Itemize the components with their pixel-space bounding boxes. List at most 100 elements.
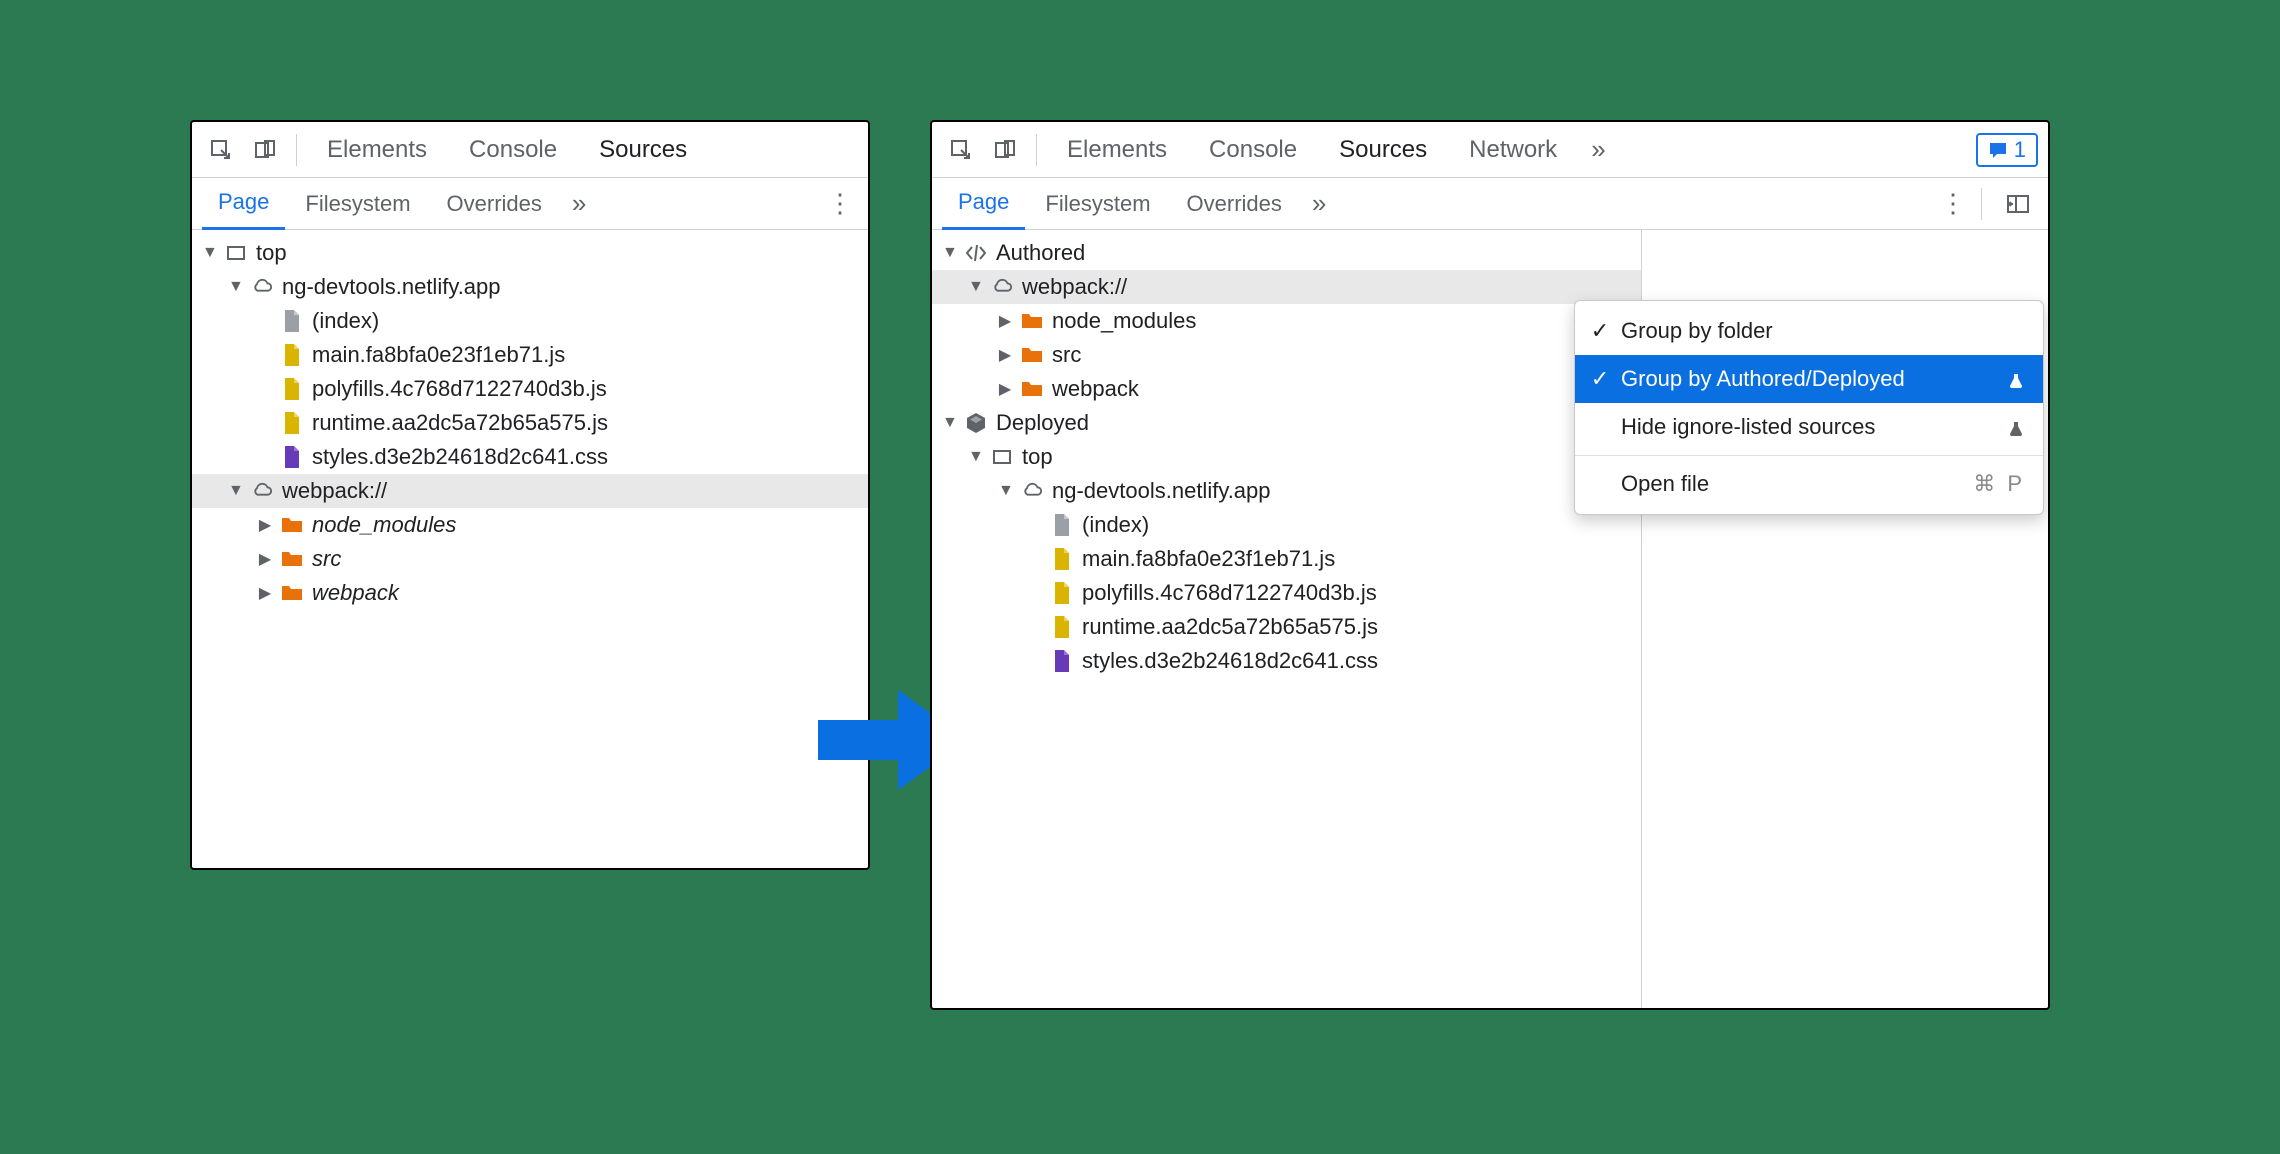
tree-folder[interactable]: ▶ webpack bbox=[932, 372, 1641, 406]
more-tabs-icon[interactable]: » bbox=[562, 188, 596, 219]
js-file-icon bbox=[1050, 615, 1074, 639]
js-file-icon bbox=[1050, 581, 1074, 605]
chevron-right-icon: ▶ bbox=[998, 345, 1012, 365]
css-file-icon bbox=[280, 445, 304, 469]
sub-tab-page[interactable]: Page bbox=[942, 178, 1025, 230]
code-icon bbox=[964, 241, 988, 265]
top-tab-bar: Elements Console Sources Network » 1 bbox=[932, 122, 2048, 178]
tab-network[interactable]: Network bbox=[1451, 122, 1575, 178]
check-icon: ✓ bbox=[1589, 366, 1611, 392]
chevron-down-icon: ▼ bbox=[968, 278, 982, 296]
frame-icon bbox=[990, 445, 1014, 469]
cloud-icon bbox=[1020, 479, 1044, 503]
folder-icon bbox=[280, 581, 304, 605]
deployed-icon bbox=[964, 411, 988, 435]
menu-item-group-by-folder[interactable]: ✓ Group by folder bbox=[1575, 307, 2043, 355]
kebab-menu-icon[interactable]: ⋮ bbox=[1935, 186, 1971, 222]
tree-file[interactable]: main.fa8bfa0e23f1eb71.js bbox=[192, 338, 868, 372]
device-toggle-icon[interactable] bbox=[246, 131, 284, 169]
sub-tab-overrides[interactable]: Overrides bbox=[431, 178, 558, 230]
tree-file[interactable]: polyfills.4c768d7122740d3b.js bbox=[192, 372, 868, 406]
sub-tab-filesystem[interactable]: Filesystem bbox=[1029, 178, 1166, 230]
chevron-down-icon: ▼ bbox=[202, 244, 216, 262]
chevron-right-icon: ▶ bbox=[998, 311, 1012, 331]
tree-authored[interactable]: ▼ Authored bbox=[932, 236, 1641, 270]
context-menu: ✓ Group by folder ✓ Group by Authored/De… bbox=[1574, 300, 2044, 515]
tree-file[interactable]: (index) bbox=[932, 508, 1641, 542]
document-icon bbox=[1050, 513, 1074, 537]
chevron-down-icon: ▼ bbox=[942, 244, 956, 262]
sub-tab-overrides[interactable]: Overrides bbox=[1171, 178, 1298, 230]
chevron-right-icon: ▶ bbox=[258, 549, 272, 569]
tab-sources[interactable]: Sources bbox=[581, 122, 705, 178]
kebab-menu-icon[interactable]: ⋮ bbox=[822, 186, 858, 222]
cloud-icon bbox=[250, 275, 274, 299]
tab-console[interactable]: Console bbox=[1191, 122, 1315, 178]
tree-folder[interactable]: ▶ node_modules bbox=[192, 508, 868, 542]
folder-icon bbox=[1020, 343, 1044, 367]
tree-domain[interactable]: ▼ ng-devtools.netlify.app bbox=[192, 270, 868, 304]
show-navigator-icon[interactable] bbox=[1998, 184, 2038, 224]
more-tabs-icon[interactable]: » bbox=[1302, 188, 1336, 219]
folder-icon bbox=[280, 547, 304, 571]
tab-elements[interactable]: Elements bbox=[1049, 122, 1185, 178]
menu-item-open-file[interactable]: Open file ⌘ P bbox=[1575, 460, 2043, 508]
more-tabs-icon[interactable]: » bbox=[1581, 134, 1615, 165]
chevron-right-icon: ▶ bbox=[998, 379, 1012, 399]
chevron-down-icon: ▼ bbox=[968, 448, 982, 466]
chevron-down-icon: ▼ bbox=[228, 482, 242, 500]
js-file-icon bbox=[280, 343, 304, 367]
tree-folder[interactable]: ▶ src bbox=[192, 542, 868, 576]
sub-tab-bar: Page Filesystem Overrides » ⋮ bbox=[192, 178, 868, 230]
tree-domain[interactable]: ▼ ng-devtools.netlify.app bbox=[932, 474, 1641, 508]
js-file-icon bbox=[280, 411, 304, 435]
chevron-down-icon: ▼ bbox=[228, 278, 242, 296]
issues-icon bbox=[1988, 140, 2008, 160]
tree-folder[interactable]: ▶ webpack bbox=[192, 576, 868, 610]
inspect-icon[interactable] bbox=[202, 131, 240, 169]
tree-top[interactable]: ▼ top bbox=[932, 440, 1641, 474]
tab-elements[interactable]: Elements bbox=[309, 122, 445, 178]
tree-file[interactable]: (index) bbox=[192, 304, 868, 338]
tab-sources[interactable]: Sources bbox=[1321, 122, 1445, 178]
chevron-down-icon: ▼ bbox=[942, 414, 956, 432]
chevron-right-icon: ▶ bbox=[258, 515, 272, 535]
css-file-icon bbox=[1050, 649, 1074, 673]
tree-webpack[interactable]: ▼ webpack:// bbox=[192, 474, 868, 508]
folder-icon bbox=[280, 513, 304, 537]
devtools-panel-after: Elements Console Sources Network » 1 Pag… bbox=[930, 120, 2050, 1010]
sub-tab-bar: Page Filesystem Overrides » ⋮ bbox=[932, 178, 2048, 230]
tree-top[interactable]: ▼ top bbox=[192, 236, 868, 270]
inspect-icon[interactable] bbox=[942, 131, 980, 169]
tree-folder[interactable]: ▶ src bbox=[932, 338, 1641, 372]
cloud-icon bbox=[250, 479, 274, 503]
tree-folder[interactable]: ▶ node_modules bbox=[932, 304, 1641, 338]
tree-file[interactable]: styles.d3e2b24618d2c641.css bbox=[932, 644, 1641, 678]
file-tree: ▼ Authored ▼ webpack:// ▶ node_modules ▶ bbox=[932, 230, 1641, 684]
separator bbox=[1036, 134, 1037, 166]
tree-file[interactable]: polyfills.4c768d7122740d3b.js bbox=[932, 576, 1641, 610]
issues-badge[interactable]: 1 bbox=[1976, 133, 2038, 167]
sub-tab-page[interactable]: Page bbox=[202, 178, 285, 230]
device-toggle-icon[interactable] bbox=[986, 131, 1024, 169]
tree-file[interactable]: runtime.aa2dc5a72b65a575.js bbox=[192, 406, 868, 440]
menu-item-hide-ignore-listed[interactable]: Hide ignore-listed sources bbox=[1575, 403, 2043, 451]
tab-console[interactable]: Console bbox=[451, 122, 575, 178]
flask-icon bbox=[2007, 370, 2025, 388]
cloud-icon bbox=[990, 275, 1014, 299]
tree-file[interactable]: runtime.aa2dc5a72b65a575.js bbox=[932, 610, 1641, 644]
tree-webpack[interactable]: ▼ webpack:// bbox=[932, 270, 1641, 304]
sub-tab-filesystem[interactable]: Filesystem bbox=[289, 178, 426, 230]
js-file-icon bbox=[280, 377, 304, 401]
tree-file[interactable]: styles.d3e2b24618d2c641.css bbox=[192, 440, 868, 474]
devtools-panel-before: Elements Console Sources Page Filesystem… bbox=[190, 120, 870, 870]
folder-icon bbox=[1020, 309, 1044, 333]
keyboard-shortcut: ⌘ P bbox=[1973, 471, 2025, 497]
document-icon bbox=[280, 309, 304, 333]
check-icon: ✓ bbox=[1589, 318, 1611, 344]
menu-item-group-by-authored[interactable]: ✓ Group by Authored/Deployed bbox=[1575, 355, 2043, 403]
tree-file[interactable]: main.fa8bfa0e23f1eb71.js bbox=[932, 542, 1641, 576]
tree-deployed[interactable]: ▼ Deployed bbox=[932, 406, 1641, 440]
folder-icon bbox=[1020, 377, 1044, 401]
separator bbox=[296, 134, 297, 166]
